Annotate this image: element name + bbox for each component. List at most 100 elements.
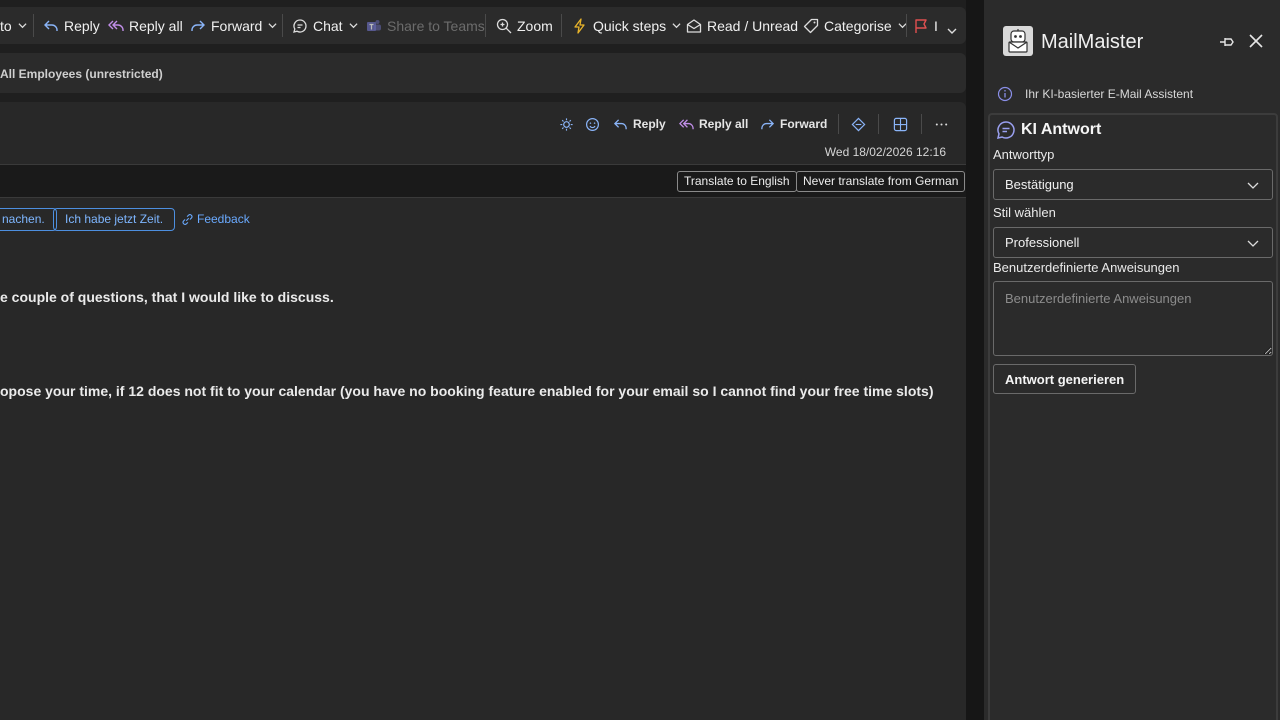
message-body-line: e couple of questions, that I would like… [0, 289, 334, 305]
chevron-down-icon [18, 23, 27, 29]
response-type-label: Antworttyp [993, 147, 1055, 162]
message-forward-label: Forward [780, 117, 828, 131]
toolbar-divider [921, 114, 922, 134]
zoom-label: Zoom [517, 17, 553, 34]
reply-icon [44, 20, 58, 31]
chat-bubble-icon [996, 121, 1015, 140]
chevron-down-icon [349, 23, 358, 29]
chevron-down-icon [672, 23, 681, 29]
ellipsis-icon [935, 122, 948, 126]
sensitivity-bar: All Employees (unrestricted) [0, 53, 966, 93]
chevron-down-icon [268, 23, 277, 29]
response-type-value: Bestätigung [1005, 177, 1074, 192]
message-reply-all-label: Reply all [699, 117, 749, 131]
outlook-window: to Reply Reply all Forward Chat Share to… [0, 0, 984, 720]
teams-icon [367, 19, 381, 31]
reply-icon [613, 118, 627, 129]
section-title: KI Antwort [1021, 121, 1102, 138]
chat-icon [293, 18, 307, 33]
ribbon-divider [485, 14, 486, 37]
style-value: Professionell [1005, 235, 1080, 250]
info-icon [997, 86, 1013, 102]
translation-bar: Translate to English Never translate fro… [0, 165, 966, 198]
flag-icon [915, 18, 927, 33]
reply-all-icon [108, 20, 124, 31]
forward-label: Forward [211, 17, 263, 34]
chevron-down-icon [947, 28, 957, 34]
message-reply-label: Reply [633, 117, 666, 131]
envelope-open-icon [686, 18, 702, 33]
pin-icon[interactable] [1218, 33, 1236, 51]
addin-launch-button[interactable] [851, 102, 866, 146]
apps-button[interactable] [893, 102, 908, 146]
zoom-icon [496, 18, 512, 33]
ribbon-divider [33, 14, 34, 37]
generate-reply-button[interactable]: Antwort generieren [993, 364, 1137, 394]
toolbar-divider [838, 114, 839, 134]
command-ribbon: to Reply Reply all Forward Chat Share to… [0, 7, 966, 44]
robot-mail-icon [1008, 29, 1028, 53]
addin-task-pane: MailMaister Ihr KI-basierter E-Mail Assi… [984, 0, 1280, 720]
move-to-button[interactable]: to [0, 7, 27, 44]
categorise-label: Categorise [824, 17, 892, 34]
custom-instructions-input[interactable] [993, 281, 1273, 356]
ki-antwort-panel: KI Antwort Antworttyp Bestätigung Stil w… [988, 113, 1278, 720]
ribbon-divider [282, 14, 283, 37]
quick-steps-button[interactable]: Quick steps [572, 7, 681, 44]
reply-all-button[interactable]: Reply all [108, 7, 183, 44]
diamond-icon [851, 117, 866, 131]
quick-steps-label: Quick steps [593, 17, 667, 34]
feedback-label: Feedback [197, 212, 250, 226]
suggested-reply-chip[interactable]: Ich habe jetzt Zeit. [53, 208, 176, 231]
message-body-line: opose your time, if 12 does not fit to y… [0, 383, 934, 399]
reading-pane: Reply Reply all Forward Wed 18/02/2026 1… [0, 102, 966, 720]
custom-instructions-label: Benutzerdefinierte Anweisungen [993, 260, 1180, 275]
addin-info-row: Ihr KI-basierter E-Mail Assistent [997, 86, 1193, 102]
categorise-button[interactable]: Categorise [803, 7, 907, 44]
addin-title: MailMaister [1041, 31, 1144, 53]
share-to-teams-button[interactable]: Share to Teams [366, 7, 485, 44]
chat-button[interactable]: Chat [292, 7, 358, 44]
zoom-button[interactable]: Zoom [496, 7, 553, 44]
sensitivity-sun-button[interactable] [559, 102, 574, 146]
chevron-down-icon [1247, 240, 1259, 247]
ribbon-divider [561, 14, 562, 37]
close-icon[interactable] [1248, 33, 1264, 49]
lightning-icon [574, 17, 585, 34]
never-translate-button[interactable]: Never translate from German [796, 171, 966, 192]
more-actions-button[interactable] [934, 102, 949, 146]
forward-icon [761, 118, 775, 129]
response-type-select[interactable]: Bestätigung [993, 169, 1273, 200]
flag-label: I [934, 17, 938, 34]
suggested-reply-chip[interactable]: nachen. [0, 208, 57, 231]
style-label: Stil wählen [993, 205, 1056, 220]
message-forward-button[interactable]: Forward [760, 102, 827, 146]
chevron-down-icon [1247, 182, 1259, 189]
message-reply-all-button[interactable]: Reply all [679, 102, 748, 146]
reply-all-icon [679, 118, 694, 129]
ribbon-overflow-button[interactable] [946, 7, 957, 44]
ki-antwort-header: KI Antwort [996, 120, 1101, 140]
forward-button[interactable]: Forward [190, 7, 277, 44]
sensitivity-label[interactable]: All Employees (unrestricted) [0, 67, 163, 81]
translate-button[interactable]: Translate to English [677, 171, 797, 192]
reply-label: Reply [64, 17, 100, 34]
ribbon-divider [906, 14, 907, 37]
flag-button[interactable]: I [913, 7, 938, 44]
forward-icon [191, 20, 205, 31]
message-date: Wed 18/02/2026 12:16 [824, 145, 946, 159]
reply-button[interactable]: Reply [43, 7, 100, 44]
feedback-link[interactable]: Feedback [181, 212, 250, 226]
style-select[interactable]: Professionell [993, 227, 1273, 258]
move-to-label: to [0, 17, 12, 34]
pane-gutter [966, 0, 984, 720]
message-reply-button[interactable]: Reply [613, 102, 666, 146]
toolbar-divider [878, 114, 879, 134]
grid-icon [893, 117, 908, 131]
emoji-button[interactable] [585, 102, 600, 146]
mailmaister-logo [1003, 26, 1033, 56]
link-icon [182, 213, 193, 225]
share-to-teams-label: Share to Teams [387, 17, 485, 34]
chat-label: Chat [313, 17, 343, 34]
read-unread-button[interactable]: Read / Unread [686, 7, 798, 44]
